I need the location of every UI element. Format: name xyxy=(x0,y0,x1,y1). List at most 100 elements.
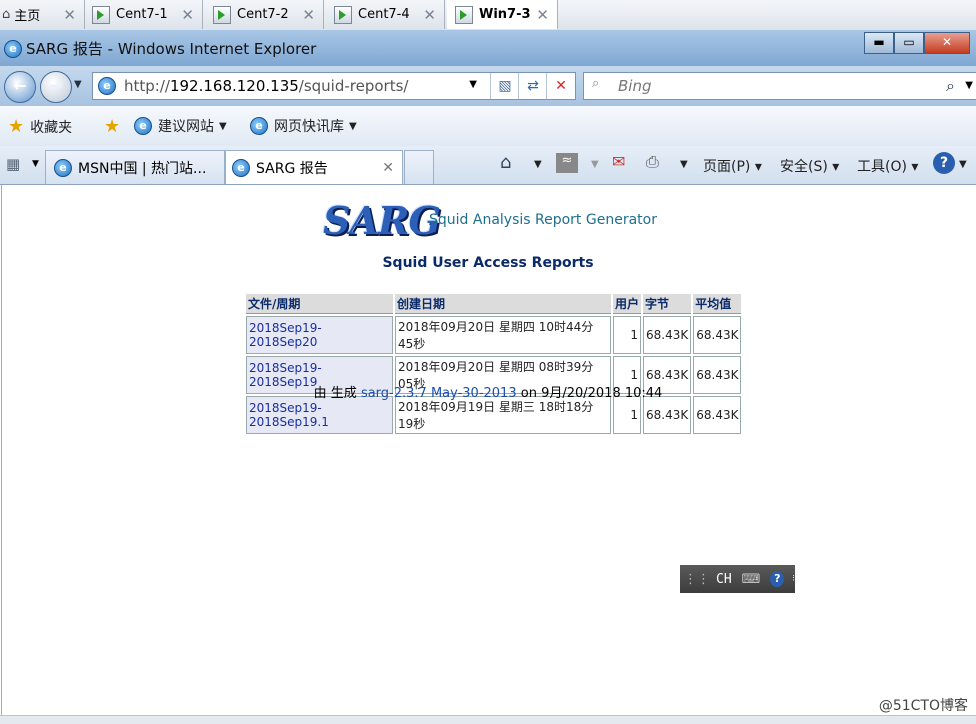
vm-icon xyxy=(334,5,352,24)
window-titlebar: e SARG 报告 - Windows Internet Explorer ▬ … xyxy=(0,30,976,66)
created-date: 2018年09月20日 星期四 10时44分45秒 xyxy=(395,316,611,354)
chevron-down-icon[interactable]: ▼ xyxy=(959,159,967,170)
read-mail-icon[interactable]: ✉ xyxy=(612,152,625,171)
stop-icon[interactable]: ✕ xyxy=(546,73,575,99)
report-heading: Squid User Access Reports xyxy=(382,255,594,271)
home-icon: ⌂ xyxy=(2,7,11,22)
help-icon[interactable]: ? xyxy=(770,571,785,587)
browser-tab-bar: ▦ ▼ e MSN中国 | 热门站... e SARG 报告 ✕ ⌂ ▼ ≈ ▼… xyxy=(0,146,976,185)
ie-icon: e xyxy=(232,158,250,177)
page-menu[interactable]: 页面(P) ▾ xyxy=(703,156,762,176)
close-window-button[interactable]: ✕ xyxy=(924,32,970,54)
chevron-down-icon: ▼ xyxy=(219,120,227,132)
footer-date: on 9月/20/2018 10:44 xyxy=(520,386,663,401)
new-tab-button[interactable] xyxy=(404,150,434,184)
navigation-bar: ← → ▼ e http://192.168.120.135/squid-rep… xyxy=(0,66,976,106)
keyboard-icon[interactable]: ⌨ xyxy=(742,572,761,587)
chevron-down-icon[interactable]: ▼ xyxy=(534,159,542,170)
vm-tab-label: Win7-3 xyxy=(479,7,531,22)
generator-title: Squid Analysis Report Generator xyxy=(429,212,657,228)
maximize-button[interactable]: ▭ xyxy=(894,32,924,54)
drag-handle-icon[interactable]: ⋮⋮ xyxy=(684,572,710,587)
search-icon[interactable]: ⌕ xyxy=(946,76,955,96)
search-provider-icon: ⌕ xyxy=(592,76,600,91)
favorites-button[interactable]: ★ 收藏夹 xyxy=(8,116,72,137)
web-slice-label: 网页快讯库 xyxy=(274,119,344,135)
back-button[interactable]: ← xyxy=(4,71,36,103)
quick-tabs-icon[interactable]: ▦ xyxy=(6,155,20,173)
close-icon[interactable]: ✕ xyxy=(536,6,549,24)
refresh-icon[interactable]: ⇄ xyxy=(518,73,547,99)
vm-tab-strip: ⌂ 主页 ✕ Cent7-1 ✕ Cent7-2 ✕ Cent7-4 ✕ Win… xyxy=(0,0,976,31)
sarg-version-link[interactable]: sarg-2.3.7 May-30-2013 xyxy=(361,386,517,401)
chevron-down-icon[interactable]: ▼ xyxy=(965,80,973,91)
footer-by: 由 生成 xyxy=(313,386,357,401)
table-header-row: 文件/周期 创建日期 用户 字节 平均值 xyxy=(246,294,742,314)
created-date: 2018年09月19日 星期三 18时18分19秒 xyxy=(395,396,611,434)
forward-button[interactable]: → xyxy=(40,71,72,103)
bytes-value: 68.43K xyxy=(643,396,692,434)
vm-icon xyxy=(92,5,110,24)
url-text[interactable]: http://192.168.120.135/squid-reports/ xyxy=(124,77,408,95)
column-header: 平均值 xyxy=(693,294,742,314)
chevron-down-icon: ▼ xyxy=(591,159,599,170)
language-bar[interactable]: ⋮⋮ CH ⌨ ? ⁝ xyxy=(680,565,795,593)
vm-tab-label: 主页 xyxy=(14,9,41,24)
chevron-down-icon[interactable]: ▼ xyxy=(469,79,477,90)
print-icon[interactable]: ⎙ xyxy=(646,152,659,172)
vm-tab-label: Cent7-4 xyxy=(358,7,410,22)
report-footer: 由 生成 sarg-2.3.7 May-30-2013 on 9月/20/201… xyxy=(0,382,976,401)
report-link[interactable]: 2018Sep19-2018Sep20 xyxy=(246,316,393,354)
close-icon[interactable]: ✕ xyxy=(181,6,194,24)
table-row: 2018Sep19-2018Sep20 2018年09月20日 星期四 10时4… xyxy=(246,316,742,354)
chevron-down-icon[interactable]: ▼ xyxy=(32,159,39,169)
close-tab-icon[interactable]: ✕ xyxy=(382,160,394,176)
tab-msn[interactable]: e MSN中国 | 热门站... xyxy=(45,150,225,184)
search-box[interactable]: ⌕ Bing ⌕ ▼ xyxy=(583,72,976,100)
table-row: 2018Sep19-2018Sep19.1 2018年09月19日 星期三 18… xyxy=(246,396,742,434)
reports-table: 文件/周期 创建日期 用户 字节 平均值 2018Sep19-2018Sep20… xyxy=(244,292,743,436)
tab-sarg-report[interactable]: e SARG 报告 ✕ xyxy=(225,150,403,184)
tab-label: MSN中国 | 热门站... xyxy=(78,160,207,177)
close-icon[interactable]: ✕ xyxy=(63,6,76,24)
add-favorite-button[interactable]: ★ xyxy=(104,116,126,137)
rss-feed-icon[interactable]: ≈ xyxy=(556,153,578,173)
vm-tab-cent7-2[interactable]: Cent7-2 ✕ xyxy=(205,0,324,29)
column-header: 文件/周期 xyxy=(246,294,393,314)
help-icon[interactable]: ? xyxy=(933,152,955,174)
watermark-text: @51CTO博客 xyxy=(878,698,968,714)
minimize-button[interactable]: ▬ xyxy=(864,32,894,54)
close-icon[interactable]: ✕ xyxy=(302,6,315,24)
tab-label: SARG 报告 xyxy=(256,160,328,177)
users-count: 1 xyxy=(613,396,642,434)
vm-tab-cent7-4[interactable]: Cent7-4 ✕ xyxy=(326,0,445,29)
vm-tab-home[interactable]: ⌂ 主页 ✕ xyxy=(0,0,85,29)
column-header: 创建日期 xyxy=(395,294,611,314)
chevron-down-icon: ▼ xyxy=(349,120,357,132)
column-header: 用户 xyxy=(613,294,642,314)
star-icon: ★ xyxy=(8,116,25,137)
suggested-sites-button[interactable]: e 建议网站 ▼ xyxy=(134,116,227,136)
ie-icon: e xyxy=(134,117,152,135)
vm-tab-win7-3[interactable]: Win7-3 ✕ xyxy=(447,0,558,29)
chevron-down-icon[interactable]: ▼ xyxy=(680,159,688,170)
address-bar[interactable]: e http://192.168.120.135/squid-reports/ … xyxy=(92,72,576,100)
tools-menu[interactable]: 工具(O) ▾ xyxy=(857,156,918,176)
close-icon[interactable]: ✕ xyxy=(423,6,436,24)
compatibility-view-icon[interactable]: ▧ xyxy=(490,73,519,99)
language-label[interactable]: CH xyxy=(716,572,732,587)
home-icon[interactable]: ⌂ xyxy=(500,152,511,173)
safety-menu[interactable]: 安全(S) ▾ xyxy=(780,156,839,176)
bytes-value: 68.43K xyxy=(643,316,692,354)
vm-tab-label: Cent7-2 xyxy=(237,7,289,22)
report-link[interactable]: 2018Sep19-2018Sep19.1 xyxy=(246,396,393,434)
window-title: SARG 报告 - Windows Internet Explorer xyxy=(26,40,317,58)
vm-tab-cent7-1[interactable]: Cent7-1 ✕ xyxy=(84,0,203,29)
vm-tab-label: Cent7-1 xyxy=(116,7,168,22)
web-slice-button[interactable]: e 网页快讯库 ▼ xyxy=(250,116,357,136)
ie-logo-icon: e xyxy=(4,40,22,58)
page-icon: e xyxy=(98,77,116,95)
chevron-down-icon[interactable]: ▼ xyxy=(74,79,82,90)
options-icon[interactable]: ⁝ xyxy=(792,574,795,584)
ie-icon: e xyxy=(250,117,268,135)
